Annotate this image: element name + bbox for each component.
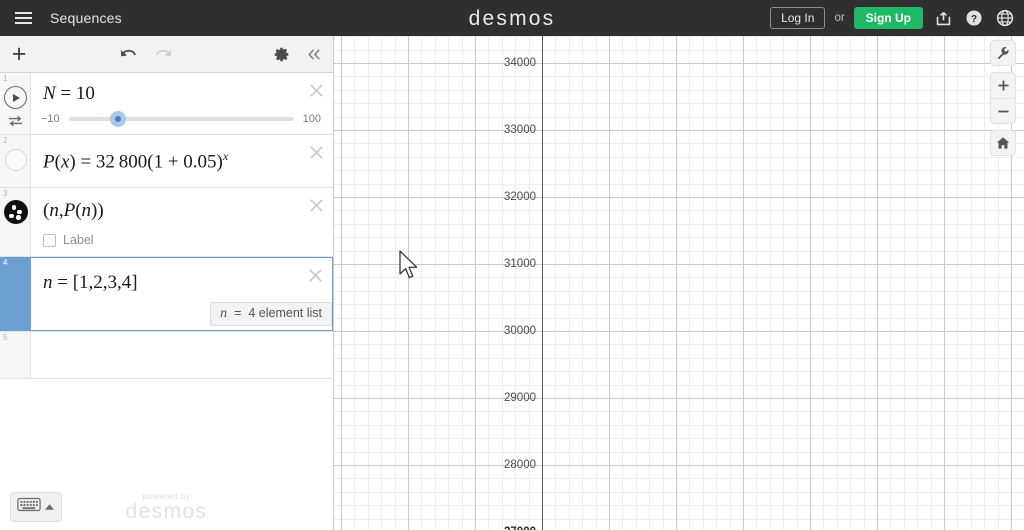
app-header: Sequences desmos Log In or Sign Up ? [0, 0, 1024, 36]
panel-footer: powered by desmos [0, 478, 333, 530]
y-axis [542, 36, 544, 530]
row-index-cell[interactable]: 3 [0, 188, 31, 256]
slider-max-label[interactable]: 100 [303, 113, 321, 125]
help-icon[interactable]: ? [963, 7, 985, 29]
desmos-calculator-app: Sequences desmos Log In or Sign Up ? + 1… [0, 0, 1024, 530]
row-number: 4 [3, 258, 8, 267]
y-tick-label: 34000 [504, 57, 536, 69]
point-style-dots-icon[interactable] [4, 200, 28, 224]
empty-circle-icon[interactable] [5, 149, 27, 171]
row-index-cell[interactable]: 5 [0, 332, 31, 378]
expression-row-4[interactable]: 4 n = [1,2,3,4] n = 4 element list [0, 257, 333, 332]
expression-content[interactable]: P(x) = 32 800(1 + 0.05)x [31, 135, 333, 187]
y-tick-label: 31000 [504, 258, 536, 270]
y-tick-label: 28000 [504, 459, 536, 471]
triangle-up-icon [44, 498, 55, 516]
log-in-button[interactable]: Log In [770, 7, 826, 29]
keyboard-toggle-button[interactable] [10, 492, 62, 522]
gear-icon[interactable] [273, 46, 290, 63]
major-gridlines [334, 36, 1024, 530]
expression-row-3[interactable]: 3 (n,P(n)) Label [0, 188, 333, 257]
parameter-slider[interactable]: −10 100 [41, 111, 321, 127]
swap-arrows-icon[interactable] [8, 114, 23, 132]
svg-text:?: ? [971, 14, 977, 25]
label-checkbox[interactable] [43, 233, 56, 247]
wrench-icon[interactable] [990, 40, 1016, 66]
slider-track[interactable] [68, 111, 294, 127]
document-title: Sequences [50, 10, 122, 26]
expression-math[interactable]: N = 10 [43, 83, 303, 105]
y-tick-label: 29000 [504, 392, 536, 404]
hamburger-icon[interactable] [6, 0, 40, 36]
redo-icon[interactable] [154, 47, 174, 63]
y-tick-label: 32000 [504, 191, 536, 203]
y-tick-label: 33000 [504, 124, 536, 136]
expression-math[interactable]: (n,P(n)) [43, 200, 303, 222]
graph-canvas[interactable]: 27000 28000 29000 30000 31000 32000 33000 34000… [334, 36, 1024, 530]
y-tick-label: 27000 [480, 526, 536, 530]
header-actions: Log In or Sign Up ? [770, 0, 1016, 36]
graph-toolbar [990, 40, 1016, 156]
row-number: 5 [3, 333, 8, 342]
delete-expression-icon[interactable] [307, 267, 324, 284]
expression-row-2[interactable]: 2 P(x) = 32 800(1 + 0.05)x [0, 135, 333, 188]
label-checkbox-text: Label [63, 233, 94, 247]
expression-content[interactable]: (n,P(n)) Label [31, 188, 333, 256]
expression-math[interactable]: n = [1,2,3,4] [43, 272, 302, 294]
list-info-tooltip: n = 4 element list [210, 302, 332, 326]
row-number: 1 [3, 74, 8, 83]
delete-expression-icon[interactable] [308, 144, 325, 161]
keyboard-icon [17, 497, 41, 517]
home-icon[interactable] [990, 130, 1016, 156]
zoom-out-button[interactable] [990, 98, 1016, 124]
slider-thumb[interactable] [110, 111, 127, 127]
expression-content[interactable]: N = 10 −10 100 [31, 73, 333, 134]
expression-row-5[interactable]: 5 [0, 332, 333, 379]
delete-expression-icon[interactable] [308, 82, 325, 99]
zoom-in-button[interactable] [990, 72, 1016, 98]
expression-content[interactable] [31, 332, 333, 378]
row-index-cell[interactable]: 4 [0, 257, 31, 331]
expression-row-1[interactable]: 1 N = 10 −10 100 [0, 73, 333, 135]
row-index-cell[interactable]: 1 [0, 73, 31, 134]
share-icon[interactable] [932, 7, 954, 29]
toolbar-right-group [273, 36, 323, 73]
label-checkbox-row[interactable]: Label [43, 233, 303, 247]
zoom-buttons-group [990, 72, 1016, 124]
expression-panel: + 1 N = 10 −10 100 2 P(x) = 32 800(1 + 0… [0, 36, 334, 530]
or-label: or [834, 12, 845, 24]
row-index-cell[interactable]: 2 [0, 135, 31, 187]
row-number: 2 [3, 136, 8, 145]
play-button-icon[interactable] [4, 86, 27, 109]
undo-icon[interactable] [118, 47, 138, 63]
add-expression-button[interactable]: + [0, 36, 38, 73]
expression-content[interactable]: n = [1,2,3,4] n = 4 element list [31, 257, 333, 331]
globe-icon[interactable] [994, 7, 1016, 29]
slider-min-label[interactable]: −10 [41, 113, 60, 125]
y-tick-label: 30000 [504, 325, 536, 337]
undo-redo-group [118, 36, 174, 73]
sign-up-button[interactable]: Sign Up [853, 7, 923, 29]
collapse-panel-icon[interactable] [306, 47, 323, 62]
row-number: 3 [3, 189, 8, 198]
expression-toolbar: + [0, 36, 333, 73]
delete-expression-icon[interactable] [308, 197, 325, 214]
expression-math[interactable]: P(x) = 32 800(1 + 0.05)x [43, 149, 303, 173]
